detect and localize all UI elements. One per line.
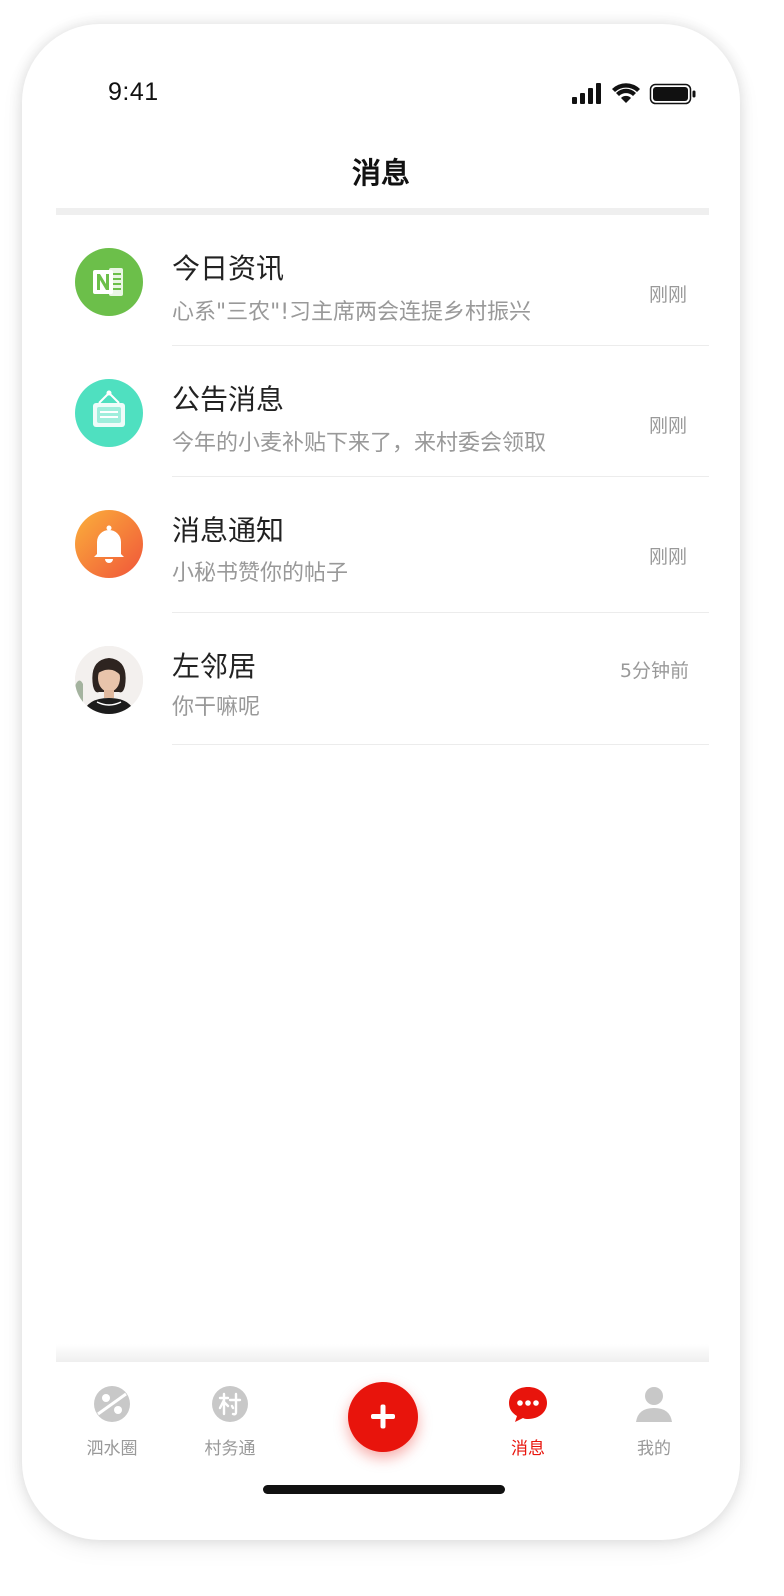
bell-icon <box>75 510 143 578</box>
status-icons <box>572 83 696 105</box>
status-time: 9:41 <box>108 78 159 106</box>
message-time: 5分钟前 <box>619 660 689 682</box>
header-divider <box>56 208 709 215</box>
page-title: 消息 <box>351 156 410 190</box>
tab-label: 我的 <box>637 1439 671 1459</box>
chat-bubble-icon <box>509 1387 547 1422</box>
tab-label: 村务通 <box>204 1439 256 1459</box>
message-title: 消息通知 <box>172 514 285 547</box>
person-icon <box>636 1387 672 1422</box>
planet-icon <box>94 1386 130 1422</box>
newspaper-icon <box>75 248 143 316</box>
notice-board-icon <box>75 379 143 447</box>
message-preview: 小秘书赞你的帖子 <box>172 561 349 586</box>
message-time: 刚刚 <box>648 284 687 306</box>
signal-icon <box>572 83 601 104</box>
message-item-announcement[interactable]: 公告消息 今年的小麦补贴下来了，来村委会领取 刚刚 <box>56 346 709 477</box>
add-button[interactable] <box>348 1382 418 1452</box>
message-title: 公告消息 <box>172 383 285 416</box>
phone-frame: 9:41 消息 今日资讯 心系"三农"!习主席两会连提乡村振兴 刚刚 公告消息 … <box>22 24 740 1540</box>
user-avatar <box>75 646 143 714</box>
message-item-notification[interactable]: 消息通知 小秘书赞你的帖子 刚刚 <box>56 477 709 613</box>
village-icon <box>212 1386 248 1422</box>
tab-messages[interactable]: 消息 <box>473 1362 583 1482</box>
tab-label: 泗水圈 <box>86 1439 138 1459</box>
wifi-icon <box>612 83 640 103</box>
message-time: 刚刚 <box>648 415 687 437</box>
message-item-news[interactable]: 今日资讯 心系"三农"!习主席两会连提乡村振兴 刚刚 <box>56 215 709 346</box>
message-preview: 心系"三农"!习主席两会连提乡村振兴 <box>172 300 532 325</box>
tab-sishuiquan[interactable]: 泗水圈 <box>57 1362 167 1482</box>
tab-cunwutong[interactable]: 村务通 <box>175 1362 285 1482</box>
message-title: 左邻居 <box>172 650 257 683</box>
home-indicator[interactable] <box>263 1485 505 1494</box>
message-list: 今日资讯 心系"三农"!习主席两会连提乡村振兴 刚刚 公告消息 今年的小麦补贴下… <box>56 215 709 745</box>
list-divider <box>172 744 709 745</box>
plus-icon <box>371 1404 395 1429</box>
tabbar-top-shadow <box>56 1344 709 1362</box>
message-preview: 今年的小麦补贴下来了，来村委会领取 <box>172 431 547 456</box>
tab-label: 消息 <box>511 1439 545 1459</box>
message-preview: 你干嘛呢 <box>172 695 261 720</box>
message-title: 今日资讯 <box>172 252 285 285</box>
message-time: 刚刚 <box>648 546 687 568</box>
battery-icon <box>649 83 696 105</box>
tab-mine[interactable]: 我的 <box>599 1362 709 1482</box>
message-item-neighbor[interactable]: 左邻居 你干嘛呢 5分钟前 <box>56 613 709 745</box>
